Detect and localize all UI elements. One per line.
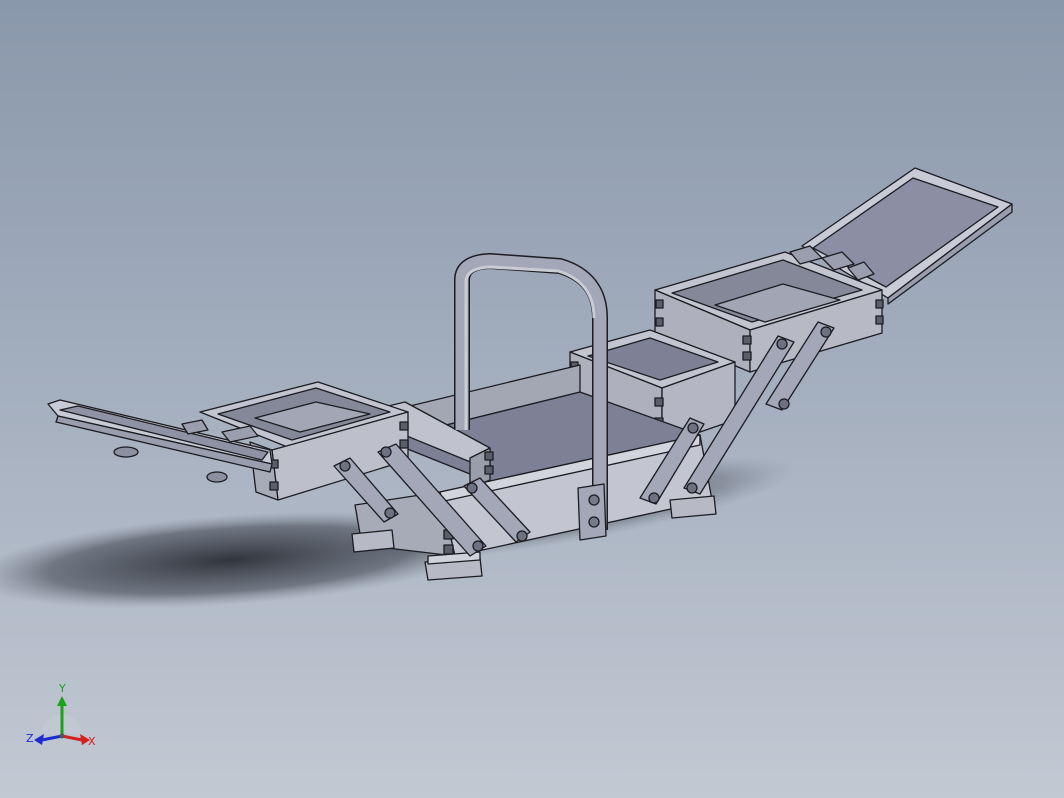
triad-x-axis	[61, 734, 83, 742]
triad-y-arrow-icon	[57, 696, 67, 706]
triad-y-label: Y	[58, 682, 66, 695]
triad-z-arrow-icon	[34, 734, 44, 745]
cantilever-toolbox-model[interactable]	[0, 0, 1064, 798]
triad-z-axis	[41, 734, 63, 742]
triad-x-label: X	[88, 735, 96, 748]
3d-graphics-viewport[interactable]: Y X Z	[0, 0, 1064, 798]
triad-z-label: Z	[26, 732, 34, 745]
coordinate-triad: Y X Z	[26, 682, 96, 748]
